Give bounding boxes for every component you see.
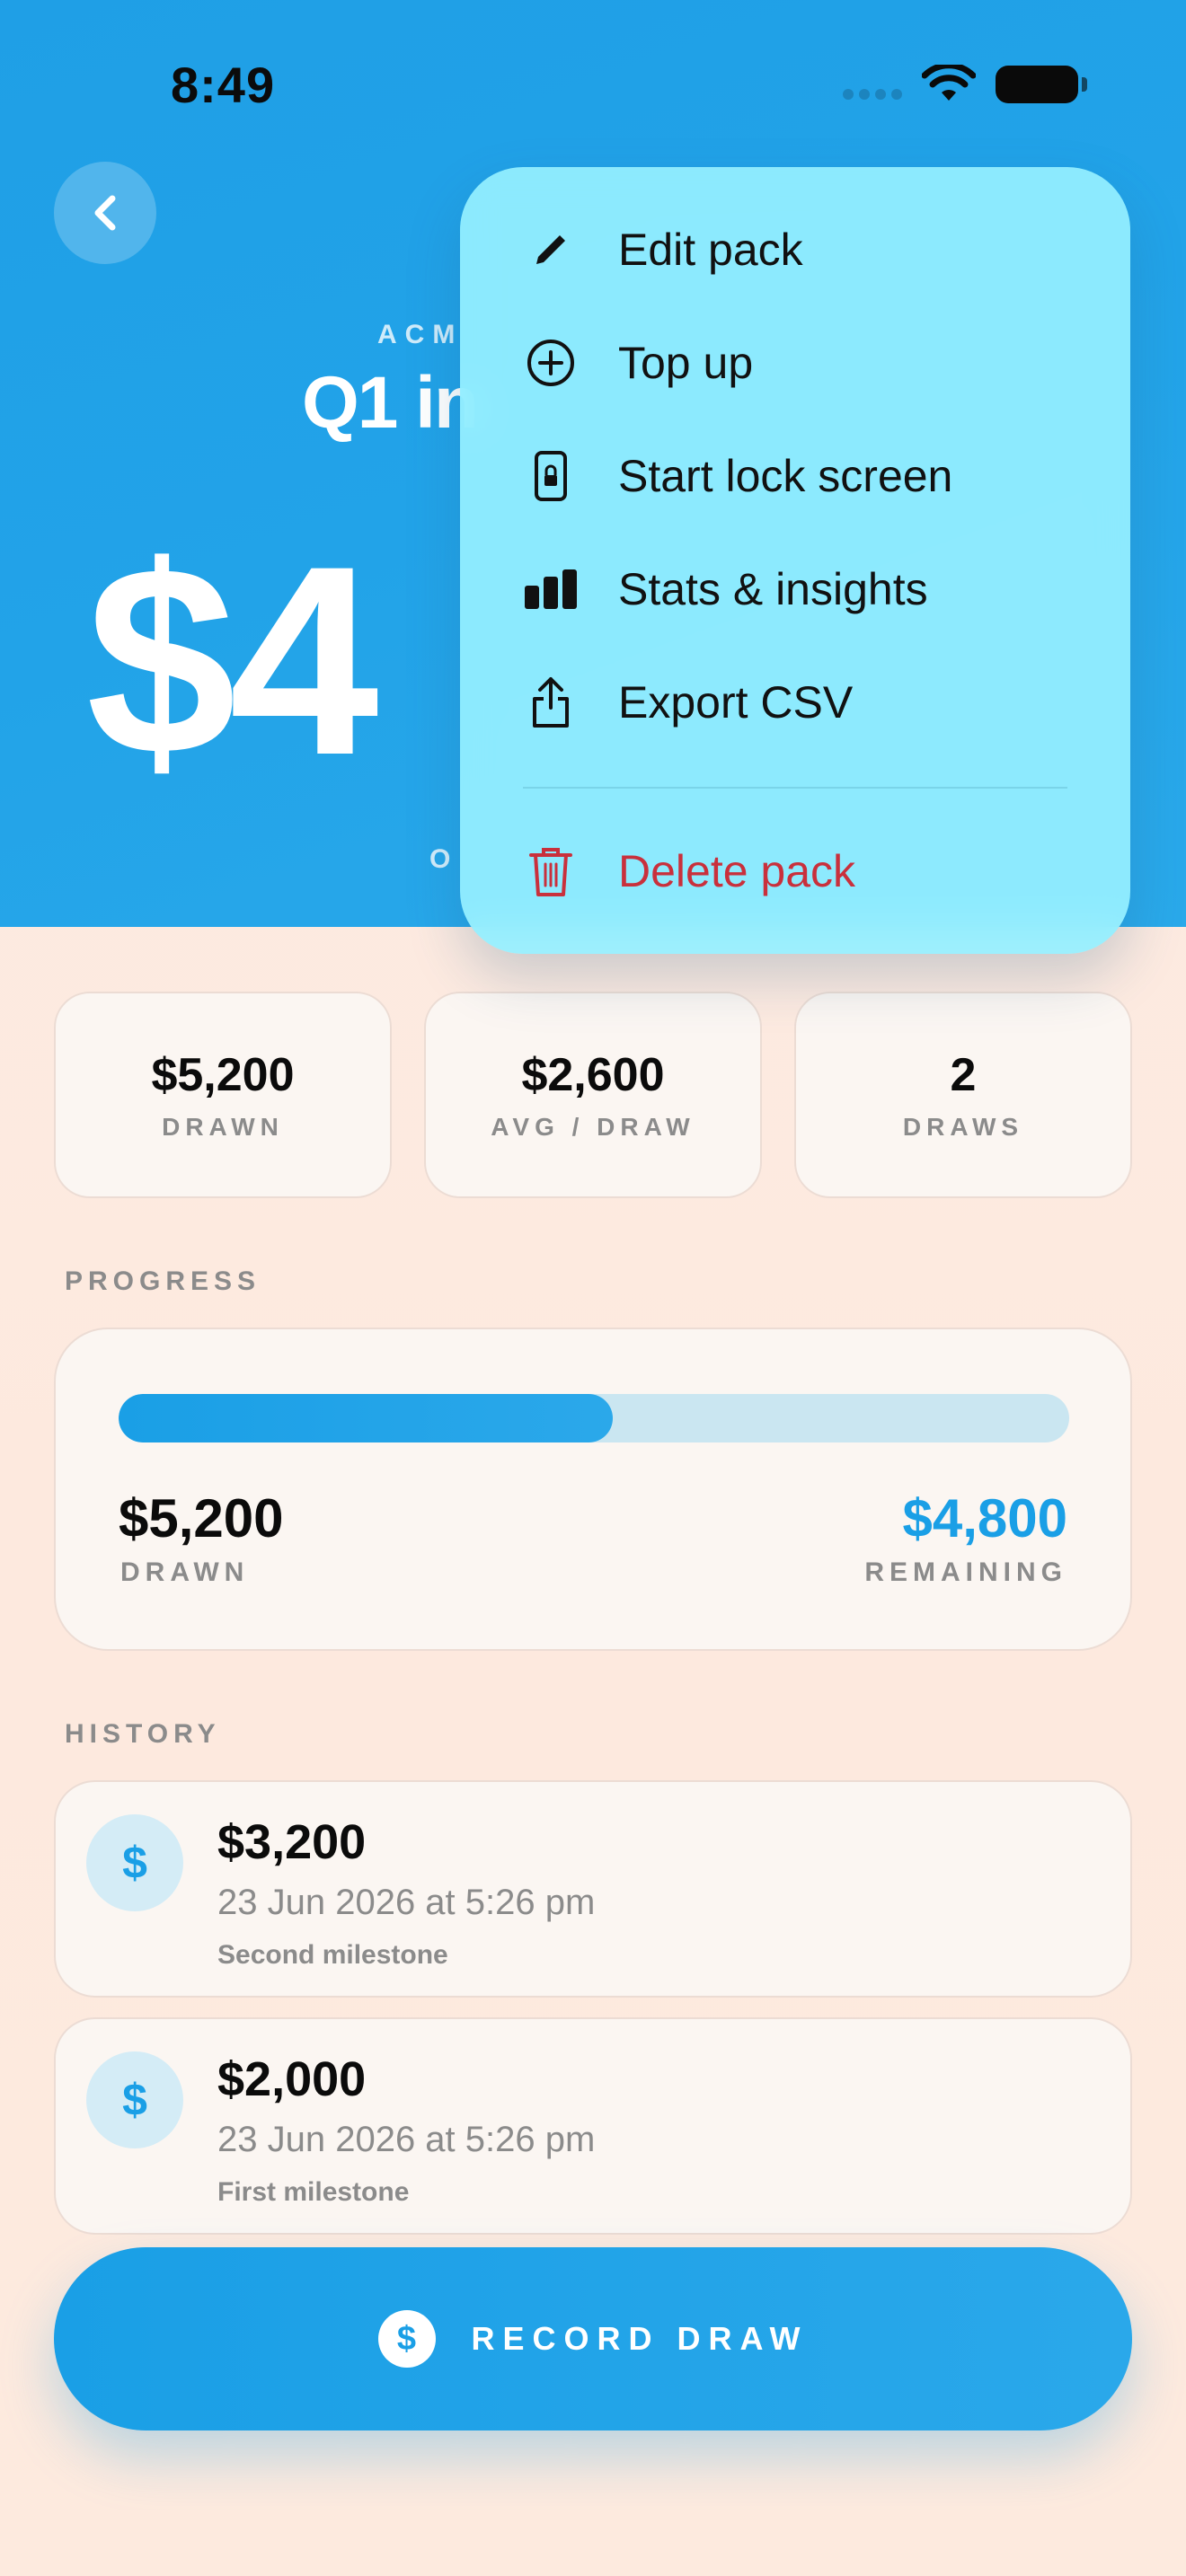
pencil-icon: [523, 222, 579, 278]
menu-item-label: Top up: [618, 338, 754, 388]
drawn-label: DRAWN: [120, 1557, 250, 1587]
history-note: Second milestone: [217, 1940, 448, 1970]
menu-item-label: Export CSV: [618, 677, 854, 728]
plus-circle-icon: [523, 335, 579, 391]
record-draw-label: RECORD DRAW: [471, 2320, 809, 2357]
pack-title: Q1 in: [302, 362, 479, 444]
bar-chart-icon: [523, 561, 579, 617]
dollar-icon: $: [86, 2051, 183, 2148]
stat-card-avg-draw: $2,600 AVG / DRAW: [424, 992, 762, 1198]
pack-subtitle: O: [429, 844, 459, 874]
status-icons: [843, 65, 1087, 104]
menu-item-stats-insights[interactable]: Stats & insights: [523, 544, 1098, 634]
remaining-label: REMAINING: [864, 1557, 1067, 1587]
wifi-icon: [922, 65, 976, 101]
stat-value: 2: [950, 1049, 977, 1101]
progress-track: [119, 1394, 1069, 1442]
stat-label: DRAWN: [162, 1113, 284, 1141]
progress-fill: [119, 1394, 614, 1442]
menu-item-export-csv[interactable]: Export CSV: [523, 657, 1098, 747]
share-icon: [523, 675, 579, 730]
history-date: 23 Jun 2026 at 5:26 pm: [217, 1883, 596, 1922]
history-amount: $3,200: [217, 1815, 367, 1869]
battery-icon: [996, 66, 1087, 103]
drawn-value: $5,200: [119, 1488, 284, 1548]
record-draw-button[interactable]: $ RECORD DRAW: [54, 2247, 1132, 2430]
menu-item-label: Delete pack: [618, 846, 856, 896]
menu-item-label: Edit pack: [618, 225, 803, 275]
status-time: 8:49: [171, 57, 276, 113]
menu-divider: [523, 787, 1067, 789]
history-item[interactable]: $ $2,000 23 Jun 2026 at 5:26 pm First mi…: [54, 2017, 1132, 2235]
menu-item-start-lock-screen[interactable]: Start lock screen: [523, 431, 1098, 521]
stat-value: $2,600: [521, 1049, 665, 1101]
cellular-signal-icon: [843, 89, 902, 100]
trash-icon: [523, 843, 579, 899]
pack-actions-menu: Edit pack Top up Start lock screen Stats…: [460, 167, 1130, 954]
menu-item-delete-pack[interactable]: Delete pack: [523, 826, 1098, 916]
pack-balance: $4: [86, 509, 379, 811]
dollar-icon: $: [377, 2310, 436, 2368]
menu-item-label: Stats & insights: [618, 564, 928, 614]
history-section-label: HISTORY: [65, 1719, 221, 1749]
pack-company: ACM: [377, 320, 464, 349]
lock-screen-icon: [523, 448, 579, 504]
menu-item-top-up[interactable]: Top up: [523, 318, 1098, 408]
stat-label: DRAWS: [902, 1113, 1024, 1141]
history-amount: $2,000: [217, 2052, 367, 2106]
dollar-icon: $: [86, 1814, 183, 1911]
stat-card-drawn: $5,200 DRAWN: [54, 992, 392, 1198]
menu-item-edit-pack[interactable]: Edit pack: [523, 205, 1098, 295]
progress-card: $5,200 DRAWN $4,800 REMAINING: [54, 1328, 1132, 1651]
history-note: First milestone: [217, 2177, 410, 2207]
menu-item-label: Start lock screen: [618, 451, 953, 501]
history-date: 23 Jun 2026 at 5:26 pm: [217, 2120, 596, 2159]
stat-value: $5,200: [151, 1049, 295, 1101]
stat-label: AVG / DRAW: [491, 1113, 695, 1141]
progress-section-label: PROGRESS: [65, 1266, 261, 1296]
stat-card-draws: 2 DRAWS: [794, 992, 1132, 1198]
chevron-left-icon: [94, 195, 116, 231]
back-button[interactable]: [54, 162, 156, 264]
remaining-value: $4,800: [902, 1488, 1067, 1548]
history-item[interactable]: $ $3,200 23 Jun 2026 at 5:26 pm Second m…: [54, 1780, 1132, 1998]
